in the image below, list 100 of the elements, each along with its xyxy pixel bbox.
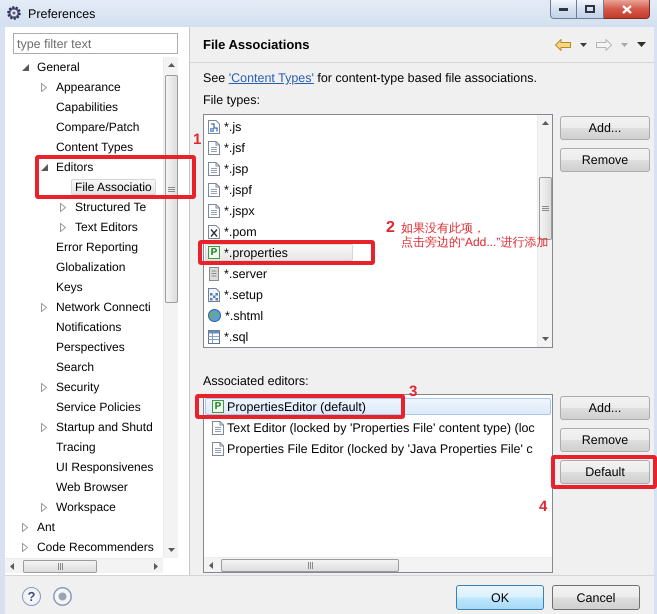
- tree-item[interactable]: Error Reporting: [52, 239, 142, 255]
- minimize-button[interactable]: [550, 0, 577, 19]
- up-arrow-icon[interactable]: [168, 63, 174, 67]
- ok-button[interactable]: OK: [456, 585, 544, 610]
- file-type-item[interactable]: *.shtml: [205, 307, 353, 324]
- down-arrow-icon[interactable]: [542, 337, 548, 341]
- tree-item[interactable]: General: [33, 59, 84, 75]
- tree-item[interactable]: Tracing: [52, 439, 100, 455]
- associated-editors-label: Associated editors:: [203, 374, 310, 388]
- up-arrow-icon[interactable]: [542, 121, 548, 125]
- collapsed-arrow-icon[interactable]: [41, 382, 47, 392]
- file-type-item[interactable]: *.pom: [205, 223, 353, 240]
- tree-item[interactable]: Web Browser: [52, 479, 132, 495]
- left-arrow-icon[interactable]: [10, 562, 14, 570]
- text-document-icon: [208, 162, 220, 176]
- tree-item[interactable]: Capabilities: [52, 99, 122, 115]
- text-document-icon: [212, 442, 224, 456]
- tree-item[interactable]: File Associatio: [71, 179, 156, 195]
- file-badge: P: [212, 400, 224, 413]
- add-button[interactable]: Add...: [560, 116, 650, 140]
- dropdown-caret-icon[interactable]: [580, 42, 587, 46]
- vertical-scrollbar[interactable]: [537, 115, 552, 347]
- file-types-label: File types:: [203, 93, 261, 107]
- tree-item[interactable]: Structured Te: [71, 199, 150, 215]
- annotation-number: 2: [386, 219, 395, 236]
- table-document-icon: [208, 330, 220, 344]
- expanded-arrow-icon[interactable]: [40, 164, 48, 170]
- remove-button[interactable]: Remove: [560, 428, 650, 452]
- collapsed-arrow-icon[interactable]: [41, 502, 47, 512]
- file-type-item[interactable]: *.setup: [205, 286, 353, 303]
- collapsed-arrow-icon[interactable]: [60, 222, 66, 232]
- tree-item[interactable]: Network Connecti: [52, 299, 155, 315]
- horizontal-scrollbar[interactable]: [5, 558, 163, 573]
- grip-icon: [58, 562, 62, 570]
- cancel-button[interactable]: Cancel: [552, 585, 640, 610]
- scroll-thumb[interactable]: [221, 558, 399, 572]
- tree-item[interactable]: Content Types: [52, 139, 138, 155]
- content-types-link[interactable]: 'Content Types': [228, 71, 314, 85]
- minimize-icon: [559, 8, 568, 10]
- text-document-icon: [212, 420, 224, 434]
- scroll-thumb[interactable]: [23, 560, 97, 572]
- grip-icon: [542, 206, 548, 211]
- tree-item[interactable]: Globalization: [52, 259, 130, 275]
- file-type-item[interactable]: *.jsf: [205, 139, 353, 156]
- annotation-number: 3: [409, 383, 418, 400]
- gear-icon: [7, 6, 21, 20]
- close-button[interactable]: [604, 0, 650, 19]
- file-type-item[interactable]: *.server: [205, 265, 353, 282]
- file-type-item[interactable]: *.jspx: [205, 202, 353, 219]
- default-button[interactable]: Default: [560, 460, 650, 484]
- tree-item[interactable]: Service Policies: [52, 399, 145, 415]
- collapsed-arrow-icon[interactable]: [41, 422, 47, 432]
- text-document-icon: [208, 140, 220, 154]
- back-arrow-icon[interactable]: [555, 38, 571, 50]
- collapsed-arrow-icon[interactable]: [60, 202, 66, 212]
- tree-item[interactable]: UI Responsivenes: [52, 459, 158, 475]
- editor-item[interactable]: Text Editor (locked by 'Properties File' content type) (loc: [205, 419, 551, 436]
- tree-item[interactable]: Notifications: [52, 319, 126, 335]
- filter-field[interactable]: type filter text: [13, 33, 178, 54]
- file-type-item[interactable]: *.sql: [205, 328, 353, 345]
- editor-item[interactable]: P PropertiesEditor (default): [205, 398, 551, 415]
- remove-button[interactable]: Remove: [560, 148, 650, 172]
- annotation-number: 4: [539, 498, 548, 515]
- box-icon: [208, 266, 220, 280]
- left-arrow-icon[interactable]: [209, 562, 213, 568]
- file-type-item[interactable]: *.js: [205, 118, 353, 135]
- collapsed-arrow-icon[interactable]: [22, 522, 28, 532]
- globe-icon: [208, 309, 221, 322]
- add-button[interactable]: Add...: [560, 396, 650, 420]
- tree-item[interactable]: Perspectives: [52, 339, 129, 355]
- vertical-scrollbar[interactable]: [163, 57, 178, 558]
- horizontal-scrollbar[interactable]: [204, 557, 552, 572]
- tree-item[interactable]: Compare/Patch: [52, 119, 144, 135]
- collapsed-arrow-icon[interactable]: [22, 542, 28, 552]
- tree-item[interactable]: Ant: [33, 519, 60, 535]
- tree-item[interactable]: Text Editors: [71, 219, 142, 235]
- tree-item[interactable]: Security: [52, 379, 104, 395]
- maximize-button[interactable]: [577, 0, 604, 19]
- page-title: File Associations: [203, 37, 310, 52]
- tree-item[interactable]: Workspace: [52, 499, 120, 515]
- editor-item[interactable]: Properties File Editor (locked by 'Java Properties File' c: [205, 440, 551, 457]
- tree-item[interactable]: Editors: [52, 159, 98, 175]
- tree-item[interactable]: Keys: [52, 279, 87, 295]
- tree-item[interactable]: Code Recommenders: [33, 539, 158, 555]
- tree-item[interactable]: Search: [52, 359, 98, 375]
- file-type-item[interactable]: P *.properties: [205, 244, 353, 261]
- expanded-arrow-icon[interactable]: [22, 64, 28, 70]
- file-type-item[interactable]: *.jspf: [205, 181, 353, 198]
- description-text: See 'Content Types' for content-type based file associations.: [203, 71, 538, 85]
- tree-item[interactable]: Appearance: [52, 79, 125, 95]
- right-arrow-icon[interactable]: [154, 562, 158, 570]
- down-arrow-icon[interactable]: [168, 548, 174, 552]
- scroll-thumb[interactable]: [164, 75, 178, 303]
- collapsed-arrow-icon[interactable]: [41, 82, 47, 92]
- collapsed-arrow-icon[interactable]: [41, 302, 47, 312]
- menu-caret-icon[interactable]: [637, 42, 646, 47]
- tree-item[interactable]: Startup and Shutd: [52, 419, 157, 435]
- circle-dot-icon[interactable]: [53, 587, 72, 606]
- file-type-item[interactable]: *.jsp: [205, 160, 353, 177]
- help-button[interactable]: ?: [22, 587, 41, 606]
